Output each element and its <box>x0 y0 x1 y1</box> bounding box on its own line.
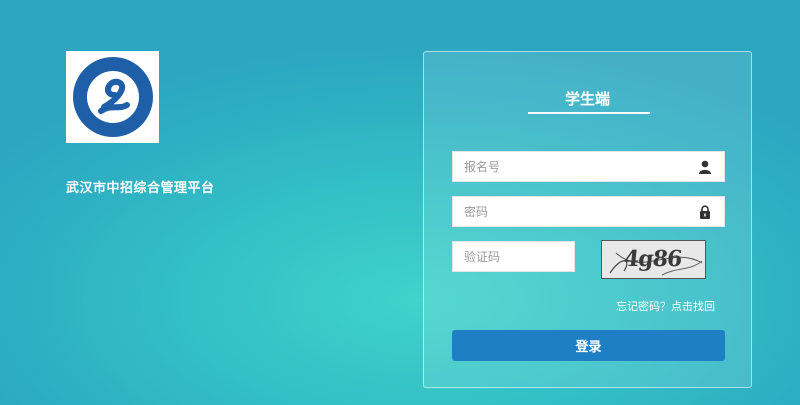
platform-title: 武汉市中招综合管理平台 <box>66 181 215 196</box>
username-field[interactable] <box>452 151 725 182</box>
captcha-field[interactable] <box>452 241 575 272</box>
username-input[interactable] <box>453 152 724 181</box>
forgot-password-link[interactable]: 忘记密码？点击找回 <box>616 298 715 314</box>
password-field[interactable] <box>452 196 725 227</box>
logo-emblem <box>72 57 153 137</box>
captcha-code: 4g86 <box>622 246 683 272</box>
captcha-input[interactable] <box>453 242 574 271</box>
password-input[interactable] <box>453 197 724 226</box>
title-underline <box>528 112 650 114</box>
captcha-image[interactable]: 4g86 <box>601 240 706 279</box>
user-icon <box>699 160 711 174</box>
brand: 武汉市中招综合管理平台 <box>66 51 214 196</box>
lock-icon <box>700 205 710 219</box>
panel-title: 学生端 <box>564 90 610 108</box>
login-button[interactable]: 登录 <box>452 330 725 361</box>
logo <box>66 51 159 143</box>
